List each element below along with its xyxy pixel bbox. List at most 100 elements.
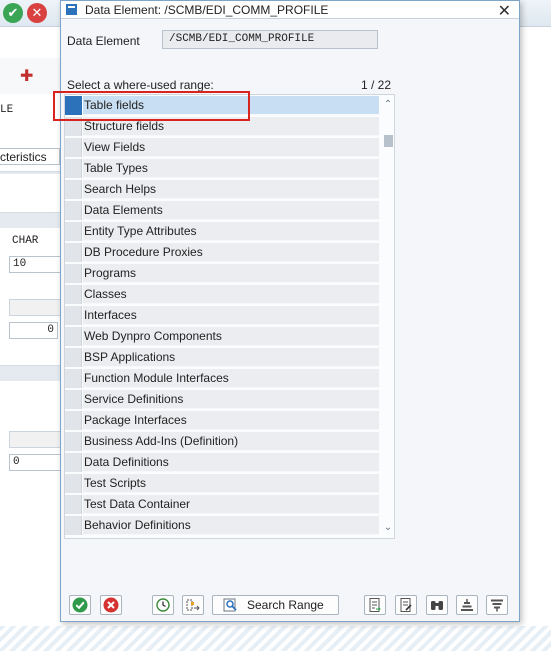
filter-icon xyxy=(491,599,503,612)
back-icon[interactable]: ✔ xyxy=(3,3,23,23)
value-field[interactable]: 0 xyxy=(9,454,62,471)
list-item[interactable]: Service Definitions xyxy=(65,389,379,410)
list-item[interactable]: Data Elements xyxy=(65,200,379,221)
list-item[interactable]: Data Definitions xyxy=(65,452,379,473)
selection-arrow-icon xyxy=(186,599,200,611)
row-selector[interactable] xyxy=(65,474,82,493)
row-selector[interactable] xyxy=(65,159,82,178)
list-item-label[interactable]: Behavior Definitions xyxy=(83,516,379,535)
search-range-label: Search Range xyxy=(247,598,324,612)
search-range-button[interactable]: Search Range xyxy=(212,595,339,615)
length-field[interactable]: 10 xyxy=(9,256,62,273)
row-selector[interactable] xyxy=(65,243,82,262)
dialog-title: Data Element: /SCMB/EDI_COMM_PROFILE xyxy=(85,3,329,17)
row-selector[interactable] xyxy=(65,138,82,157)
list-item[interactable]: Test Scripts xyxy=(65,473,379,494)
row-selector[interactable] xyxy=(65,201,82,220)
background-box xyxy=(9,299,62,316)
row-selector[interactable] xyxy=(65,516,82,535)
list-item-label[interactable]: BSP Applications xyxy=(83,348,379,367)
execute-background-button[interactable] xyxy=(152,595,174,615)
background-band xyxy=(0,212,62,228)
background-label-cut: LE xyxy=(0,104,14,116)
list-item[interactable]: Function Module Interfaces xyxy=(65,368,379,389)
datatype-field[interactable]: CHAR xyxy=(9,234,62,251)
scroll-down-icon[interactable]: ⌄ xyxy=(381,521,394,535)
list-item-label[interactable]: Package Interfaces xyxy=(83,411,379,430)
list-item[interactable]: BSP Applications xyxy=(65,347,379,368)
row-selector[interactable] xyxy=(65,495,82,514)
row-selector[interactable] xyxy=(65,369,82,388)
list-item[interactable]: Behavior Definitions xyxy=(65,515,379,536)
list-item-label[interactable]: Entity Type Attributes xyxy=(83,222,379,241)
cancel-button[interactable] xyxy=(100,595,122,615)
confirm-button[interactable] xyxy=(69,595,91,615)
list-item-label[interactable]: View Fields xyxy=(83,138,379,157)
list-item-label[interactable]: Classes xyxy=(83,285,379,304)
scroll-up-icon[interactable]: ⌃ xyxy=(381,98,394,112)
scroll-thumb[interactable] xyxy=(384,135,393,147)
row-selector[interactable] xyxy=(65,264,82,283)
row-selector[interactable] xyxy=(65,96,82,115)
row-selector[interactable] xyxy=(65,222,82,241)
list-item-label[interactable]: Service Definitions xyxy=(83,390,379,409)
list-item[interactable]: Interfaces xyxy=(65,305,379,326)
list-item[interactable]: DB Procedure Proxies xyxy=(65,242,379,263)
list-item-label[interactable]: Business Add-Ins (Definition) xyxy=(83,432,379,451)
cancel-icon xyxy=(103,597,119,613)
where-used-dialog: Data Element: /SCMB/EDI_COMM_PROFILE ✕ D… xyxy=(60,0,520,622)
list-item[interactable]: View Fields xyxy=(65,137,379,158)
list-item-label[interactable]: DB Procedure Proxies xyxy=(83,243,379,262)
row-selector[interactable] xyxy=(65,180,82,199)
list-item[interactable]: Web Dynpro Components xyxy=(65,326,379,347)
list-item[interactable]: Classes xyxy=(65,284,379,305)
list-item-label[interactable]: Table Types xyxy=(83,159,379,178)
list-item-label[interactable]: Test Data Container xyxy=(83,495,379,514)
where-used-list: Table fields Structure fields View Fields T… xyxy=(64,94,395,539)
clock-run-icon xyxy=(156,598,170,612)
document-edit-icon xyxy=(400,598,412,612)
select-range-button[interactable] xyxy=(182,595,204,615)
background-field-cut[interactable]: cteristics xyxy=(0,148,60,165)
list-item[interactable]: Package Interfaces xyxy=(65,410,379,431)
list-item[interactable]: Table fields xyxy=(65,95,379,116)
list-item[interactable]: Programs xyxy=(65,263,379,284)
row-selector[interactable] xyxy=(65,453,82,472)
list-item[interactable]: Entity Type Attributes xyxy=(65,221,379,242)
background-box xyxy=(9,431,62,448)
row-selector[interactable] xyxy=(65,432,82,451)
row-selector[interactable] xyxy=(65,348,82,367)
list-item-label[interactable]: Web Dynpro Components xyxy=(83,327,379,346)
list-item-label[interactable]: Structure fields xyxy=(83,117,379,136)
filter-button[interactable] xyxy=(486,595,508,615)
page-count: 1 / 22 xyxy=(360,78,391,92)
row-selector[interactable] xyxy=(65,411,82,430)
list-item[interactable]: Table Types xyxy=(65,158,379,179)
list-item-label[interactable]: Data Definitions xyxy=(83,453,379,472)
row-selector[interactable] xyxy=(65,285,82,304)
tool-icon[interactable]: ✚ xyxy=(20,66,33,86)
list-item-label[interactable]: Programs xyxy=(83,264,379,283)
list-item-label[interactable]: Test Scripts xyxy=(83,474,379,493)
list-item-label[interactable]: Search Helps xyxy=(83,180,379,199)
list-scrollbar[interactable]: ⌃ ⌄ xyxy=(381,95,394,538)
decimals-field[interactable]: 0 xyxy=(9,322,58,339)
sort-button[interactable] xyxy=(456,595,478,615)
list-item-label[interactable]: Table fields xyxy=(83,96,379,115)
list-item-label[interactable]: Interfaces xyxy=(83,306,379,325)
list-item-label[interactable]: Data Elements xyxy=(83,201,379,220)
close-icon[interactable]: ✕ xyxy=(498,1,511,21)
list-item[interactable]: Test Data Container xyxy=(65,494,379,515)
exit-icon[interactable]: ✕ xyxy=(27,3,47,23)
row-selector[interactable] xyxy=(65,117,82,136)
find-button[interactable] xyxy=(426,595,448,615)
list-item[interactable]: Structure fields xyxy=(65,116,379,137)
list-item[interactable]: Search Helps xyxy=(65,179,379,200)
export-list-button[interactable] xyxy=(364,595,386,615)
row-selector[interactable] xyxy=(65,327,82,346)
list-item[interactable]: Business Add-Ins (Definition) xyxy=(65,431,379,452)
row-selector[interactable] xyxy=(65,390,82,409)
list-item-label[interactable]: Function Module Interfaces xyxy=(83,369,379,388)
print-list-button[interactable] xyxy=(395,595,417,615)
row-selector[interactable] xyxy=(65,306,82,325)
